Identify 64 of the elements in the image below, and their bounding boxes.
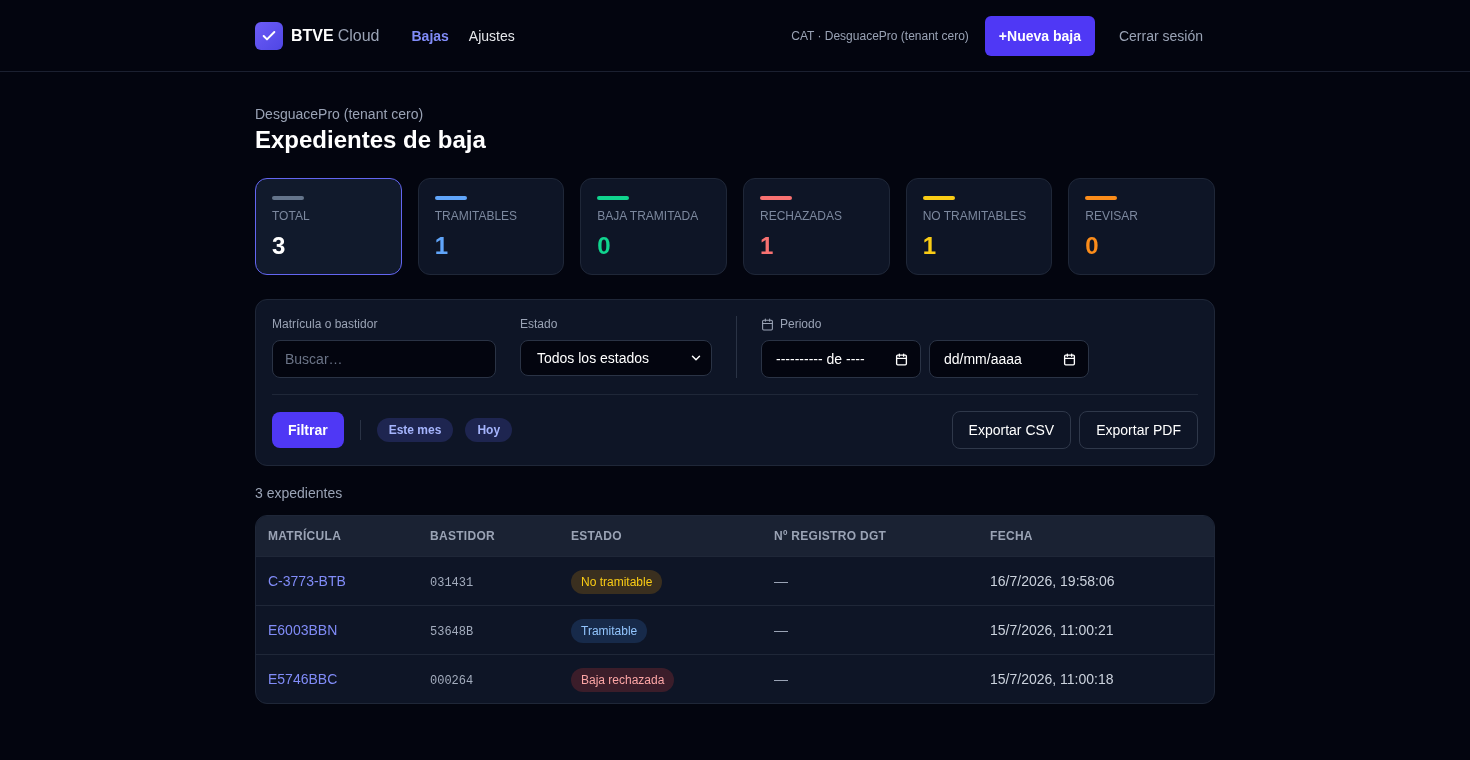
tenant-label: CAT · DesguacePro (tenant cero) bbox=[791, 27, 969, 44]
logo-icon bbox=[255, 21, 283, 50]
export-button[interactable]: Exportar PDF bbox=[1079, 411, 1198, 449]
calendar-icon[interactable] bbox=[895, 352, 908, 366]
stat-card[interactable]: RECHAZADAS 1 bbox=[743, 178, 890, 275]
vin-cell: 000264 bbox=[430, 674, 474, 688]
field-label: Periodo bbox=[780, 316, 822, 332]
stat-card[interactable]: BAJA TRAMITADA 0 bbox=[580, 178, 727, 275]
stat-value: 3 bbox=[272, 231, 287, 261]
status-badge: No tramitable bbox=[571, 569, 663, 594]
status-badge: Tramitable bbox=[571, 618, 648, 643]
date-field[interactable]: dd/mm/aaaa bbox=[929, 340, 1089, 378]
page-title: Expedientes de baja bbox=[255, 125, 487, 155]
logout-button[interactable]: Cerrar sesión bbox=[1106, 15, 1215, 56]
stat-card[interactable]: REVISAR 0 bbox=[1068, 178, 1215, 275]
stat-label: REVISAR bbox=[1085, 208, 1139, 224]
dgt-number-cell: — bbox=[774, 622, 788, 638]
page-subtitle: DesguacePro (tenant cero) bbox=[255, 105, 425, 124]
stat-card[interactable]: TOTAL 3 bbox=[255, 178, 402, 275]
stat-value: 0 bbox=[597, 231, 612, 261]
date-cell: 15/7/2026, 11:00:18 bbox=[990, 671, 1114, 687]
dgt-number-cell: — bbox=[774, 573, 788, 589]
new-button[interactable]: +Nueva baja bbox=[984, 15, 1095, 56]
column-header: Nº REGISTRO DGT bbox=[774, 528, 888, 544]
date-field[interactable]: ---------- de ---- bbox=[761, 340, 921, 378]
stat-value: 1 bbox=[434, 231, 449, 261]
stat-value: 1 bbox=[922, 231, 937, 261]
stat-label: NO TRAMITABLES bbox=[922, 208, 1028, 224]
calendar-icon[interactable] bbox=[1063, 352, 1076, 366]
column-header: ESTADO bbox=[571, 528, 623, 544]
quick-range-chip[interactable]: Hoy bbox=[465, 418, 513, 442]
stat-value: 0 bbox=[1085, 231, 1100, 261]
vin-cell: 031431 bbox=[430, 576, 474, 590]
column-header: MATRÍCULA bbox=[268, 528, 343, 544]
search-field[interactable]: Buscar… bbox=[272, 340, 496, 378]
status-select[interactable]: Todos los estados bbox=[520, 340, 712, 376]
stat-value: 1 bbox=[760, 231, 775, 261]
stat-card[interactable]: NO TRAMITABLES 1 bbox=[905, 178, 1053, 275]
vin-cell: 53648B bbox=[430, 625, 474, 639]
field-label: Estado bbox=[520, 316, 559, 332]
nav-link[interactable]: Ajustes bbox=[468, 25, 515, 46]
plate-link[interactable]: C-3773-BTB bbox=[268, 573, 346, 589]
stat-label: TRAMITABLES bbox=[434, 208, 519, 224]
filter-button[interactable]: Filtrar bbox=[272, 412, 344, 448]
brand-suffix: Cloud bbox=[337, 25, 380, 46]
stat-label: BAJA TRAMITADA bbox=[597, 208, 700, 224]
stat-label: TOTAL bbox=[272, 208, 311, 224]
calendar-icon bbox=[761, 317, 774, 331]
column-header: FECHA bbox=[990, 528, 1034, 544]
status-badge: Baja rechazada bbox=[571, 667, 675, 692]
stat-card[interactable]: TRAMITABLES 1 bbox=[417, 178, 565, 275]
plate-link[interactable]: E6003BBN bbox=[268, 622, 338, 638]
nav-link[interactable]: Bajas bbox=[411, 25, 449, 46]
quick-range-chip[interactable]: Este mes bbox=[376, 418, 454, 442]
brand-name: BTVE bbox=[291, 25, 334, 46]
field-label: Matrícula o bastidor bbox=[272, 316, 379, 332]
results-count: 3 expedientes bbox=[255, 484, 344, 503]
stat-label: RECHAZADAS bbox=[760, 208, 843, 224]
export-button[interactable]: Exportar CSV bbox=[951, 411, 1072, 449]
date-cell: 16/7/2026, 19:58:06 bbox=[990, 573, 1115, 589]
plate-link[interactable]: E5746BBC bbox=[268, 671, 338, 687]
date-cell: 15/7/2026, 11:00:21 bbox=[990, 622, 1114, 638]
column-header: BASTIDOR bbox=[430, 528, 497, 544]
dgt-number-cell: — bbox=[774, 671, 788, 687]
